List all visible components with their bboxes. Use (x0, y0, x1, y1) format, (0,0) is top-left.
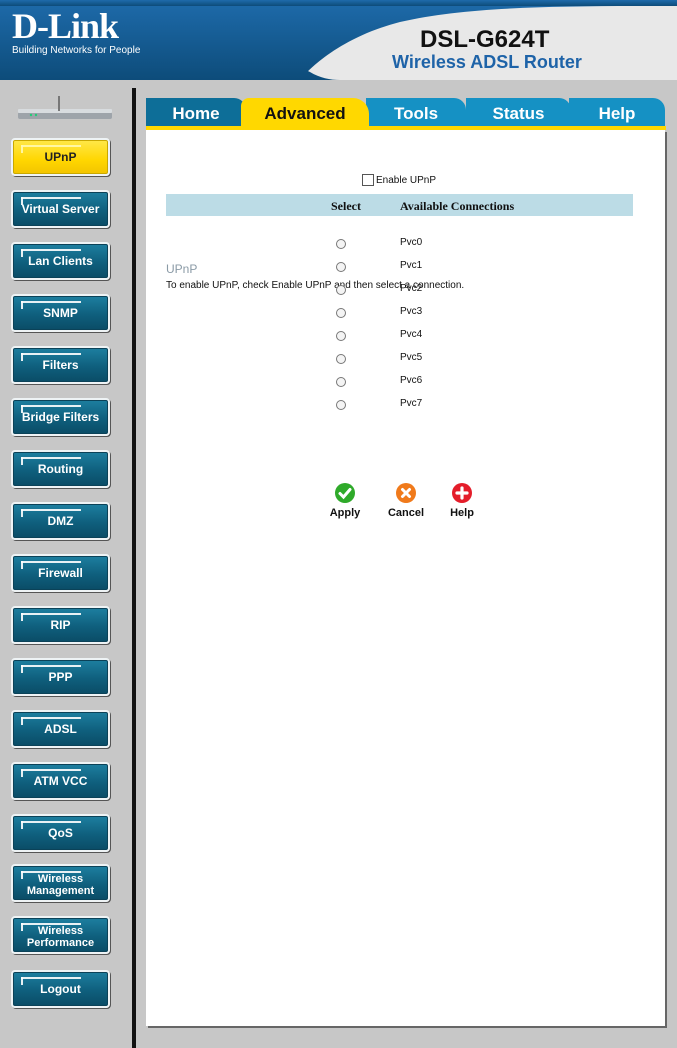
connection-radio[interactable] (336, 308, 346, 318)
sidebar-item-atm-vcc[interactable]: ATM VCC (11, 762, 110, 800)
connection-name: Pvc5 (400, 352, 423, 363)
table-row: Pvc4 (0, 328, 677, 348)
help-label: Help (450, 507, 474, 519)
header: D-Link Building Networks for People DSL-… (0, 0, 677, 80)
connection-radio[interactable] (336, 285, 346, 295)
connection-name: Pvc6 (400, 375, 423, 386)
cancel-button[interactable]: Cancel (382, 483, 430, 519)
table-row: Pvc6 (0, 374, 677, 394)
table-row: Pvc2 (0, 282, 677, 302)
sidebar-item-logout[interactable]: Logout (11, 970, 110, 1008)
sidebar-item-qos[interactable]: QoS (11, 814, 110, 852)
column-header-select: Select (331, 199, 361, 213)
table-row: Pvc1 (0, 259, 677, 279)
sidebar-item-upnp[interactable]: UPnP (11, 138, 110, 176)
apply-label: Apply (329, 507, 361, 519)
tab-tools[interactable]: Tools (366, 98, 466, 126)
connection-radio[interactable] (336, 400, 346, 410)
table-row: Pvc7 (0, 397, 677, 417)
apply-button[interactable]: Apply (321, 483, 369, 519)
sidebar-item-wireless-management[interactable]: Wireless Management (11, 864, 110, 902)
sidebar-item-rip[interactable]: RIP (11, 606, 110, 644)
brand-tagline: Building Networks for People (12, 45, 141, 56)
product-subtitle: Wireless ADSL Router (392, 52, 582, 72)
connection-name: Pvc3 (400, 306, 423, 317)
model-title: DSL-G624T (420, 26, 550, 53)
connection-name: Pvc1 (400, 260, 423, 271)
connection-name: Pvc7 (400, 398, 423, 409)
close-icon (396, 483, 416, 503)
cancel-label: Cancel (387, 507, 425, 519)
tab-home[interactable]: Home (146, 98, 246, 126)
connection-radio[interactable] (336, 331, 346, 341)
connection-name: Pvc2 (400, 283, 423, 294)
sidebar-item-ppp[interactable]: PPP (11, 658, 110, 696)
sidebar-item-firewall[interactable]: Firewall (11, 554, 110, 592)
sidebar-item-routing[interactable]: Routing (11, 450, 110, 488)
table-row: Pvc5 (0, 351, 677, 371)
column-header-connections: Available Connections (400, 199, 515, 213)
tab-help[interactable]: Help (569, 98, 665, 126)
router-icon (18, 96, 112, 119)
sidebar-item-dmz[interactable]: DMZ (11, 502, 110, 540)
sidebar-item-wireless-performance[interactable]: Wireless Performance (11, 916, 110, 954)
enable-upnp-label: Enable UPnP (376, 174, 437, 186)
tab-status[interactable]: Status (466, 98, 571, 126)
sidebar-item-virtual-server[interactable]: Virtual Server (11, 190, 110, 228)
table-row: Pvc3 (0, 305, 677, 325)
table-row: Pvc0 (0, 236, 677, 256)
sidebar-item-adsl[interactable]: ADSL (11, 710, 110, 748)
help-button[interactable]: Help (438, 483, 486, 519)
enable-upnp-control[interactable]: Enable UPnP (362, 174, 436, 186)
brand-logo: D-Link (12, 6, 119, 46)
top-tabs: Home Tools Status Help Advanced (146, 98, 665, 128)
enable-upnp-checkbox[interactable] (362, 174, 374, 186)
connection-radio[interactable] (336, 354, 346, 364)
tab-advanced[interactable]: Advanced (241, 98, 369, 126)
sidebar-divider (132, 88, 136, 1048)
connection-radio[interactable] (336, 377, 346, 387)
connection-name: Pvc0 (400, 237, 423, 248)
plus-icon (452, 483, 472, 503)
check-icon (335, 483, 355, 503)
connection-radio[interactable] (336, 262, 346, 272)
connection-name: Pvc4 (400, 329, 423, 340)
connection-radio[interactable] (336, 239, 346, 249)
